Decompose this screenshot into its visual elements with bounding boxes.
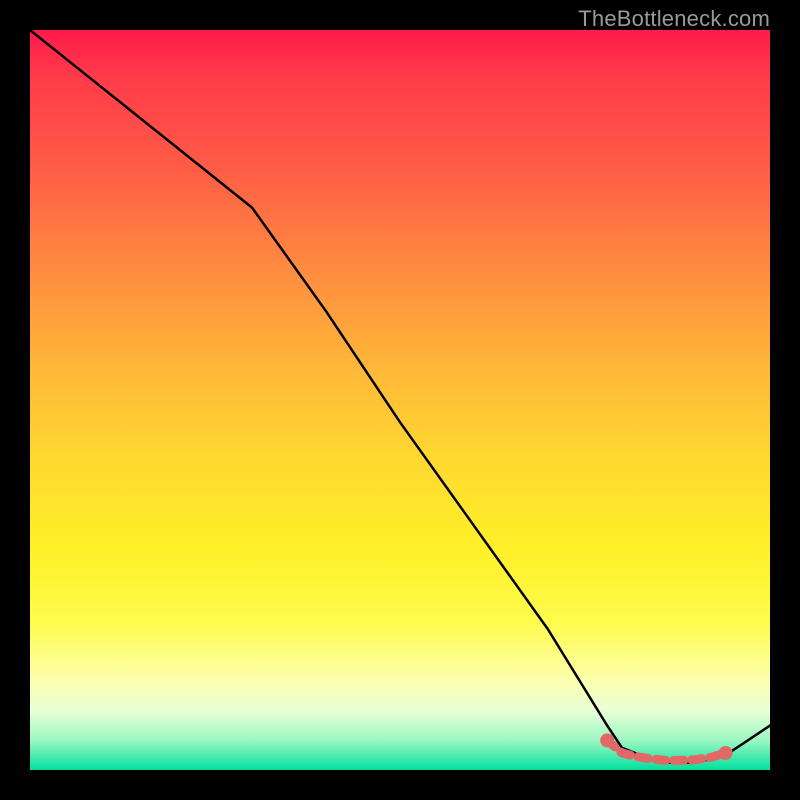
chart-frame: TheBottleneck.com — [0, 0, 800, 800]
watermark-text: TheBottleneck.com — [578, 6, 770, 32]
plot-area — [30, 30, 770, 770]
gradient-background — [30, 30, 770, 770]
